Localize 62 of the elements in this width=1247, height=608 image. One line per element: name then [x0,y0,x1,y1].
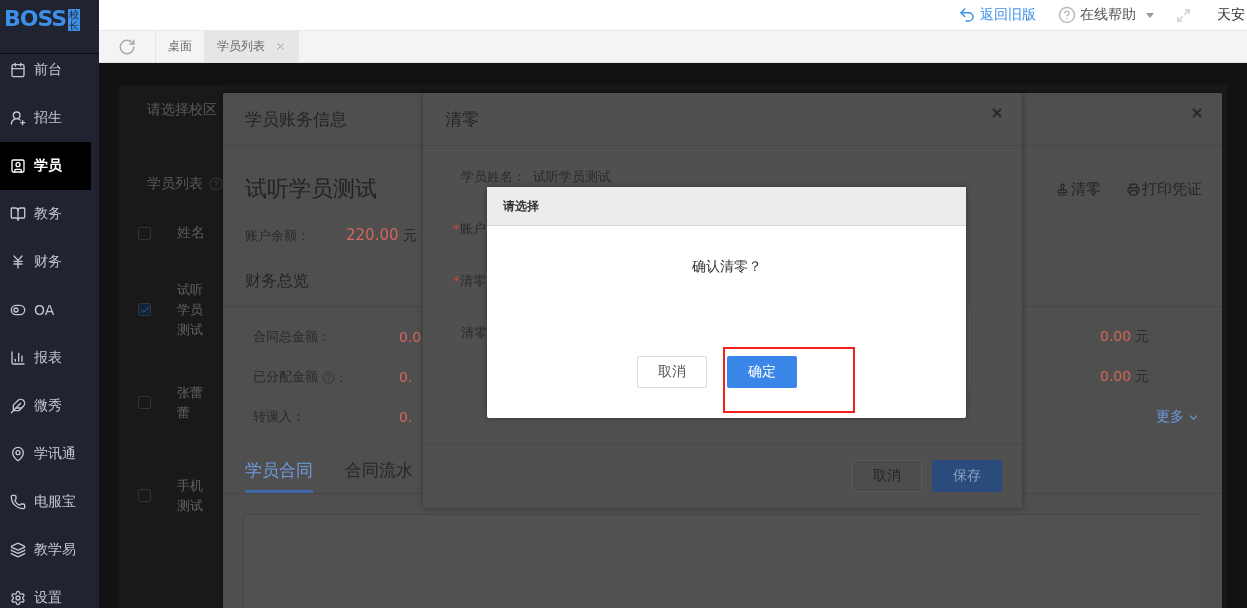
toggle-icon [10,302,26,318]
stat-value: 0. [399,409,413,425]
balance-value: 220.00 [346,226,399,244]
calendar-icon [10,62,26,78]
sidebar-item[interactable]: 报表 [0,334,91,382]
page-tab[interactable]: 学员列表 [205,31,299,62]
expand-icon[interactable] [1176,7,1191,23]
close-icon[interactable] [990,106,1004,120]
help-link[interactable]: 在线帮助 [1058,6,1154,24]
checkbox[interactable] [138,489,151,502]
stat-value: 0.00 [1100,328,1132,344]
sidebar-item[interactable]: 前台 [0,54,91,94]
user-plus-icon [10,110,26,126]
user-name[interactable]: 天安 [1217,6,1245,24]
sidebar-item[interactable]: 财务 [0,238,91,286]
phone-icon [10,494,26,510]
sidebar-item[interactable]: 招生 [0,94,91,142]
sidebar-item[interactable]: 电服宝 [0,478,91,526]
sidebar-item[interactable]: 学讯通 [0,430,91,478]
sidebar-item[interactable]: 学员 [0,142,91,190]
feather-icon [10,398,26,414]
back-link[interactable]: 返回旧版 [958,6,1036,24]
printer-icon [1127,182,1140,196]
yen-icon [10,254,26,270]
student-name: 手机测试 [177,476,204,515]
sidebar-item[interactable]: 微秀 [0,382,91,430]
check-icon [139,304,150,315]
bar-chart-icon [10,350,26,366]
checkbox[interactable] [138,303,151,316]
pin-icon [10,446,26,462]
sidebar-item[interactable]: 设置 [0,574,91,608]
settings-icon [10,590,26,606]
close-icon[interactable] [275,41,286,52]
undo-icon [958,6,976,24]
stat-colon: : [339,369,344,385]
student-name: 试听学员测试 [177,280,204,339]
caret-icon [1146,12,1154,18]
stat-value: 0.00 [1100,368,1132,384]
checkbox[interactable] [138,396,151,409]
logo-tag: 校长 [68,9,81,31]
list-title: 学员列表 [147,175,203,193]
sidebar-item[interactable]: 教务 [0,190,91,238]
sidebar-item[interactable]: OA [0,286,91,334]
layers-icon [10,542,26,558]
stamp-icon [1056,182,1069,196]
student-name: 张蕾蕾 [177,383,204,422]
column-header: 姓名 [177,224,205,242]
refresh-icon [118,37,136,56]
help-icon [1058,6,1076,24]
logo-text: BOSS [4,6,67,32]
confirm-message: 确认清零？ [691,258,762,276]
dialog-title: 请选择 [503,197,539,215]
cancel-button[interactable]: 取消 [636,356,707,388]
sidebar-item[interactable]: 教学易 [0,526,91,574]
checkbox[interactable] [138,226,151,240]
confirm-button[interactable]: 确定 [726,356,797,388]
stat-value: 0. [399,369,413,385]
person-card-icon [10,158,26,174]
stat-value: 0.0 [399,329,422,345]
close-icon[interactable] [1190,106,1204,120]
help-icon [209,177,223,191]
book-icon [10,206,26,222]
